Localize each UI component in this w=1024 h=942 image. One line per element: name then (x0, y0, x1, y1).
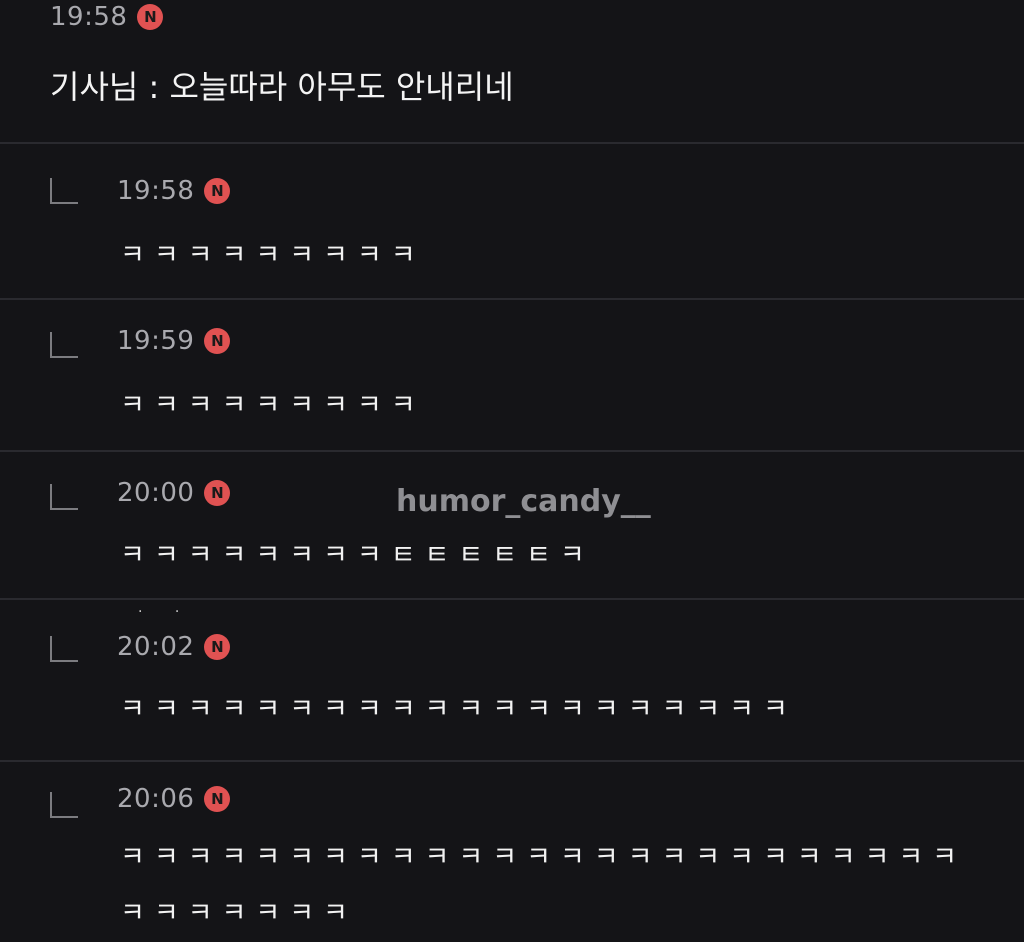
reply-text: ㅋㅋㅋㅋㅋㅋㅋㅋㅌㅌㅌㅌㅌㅋ (120, 540, 594, 571)
reply-time: 19:59 (117, 326, 195, 356)
reply-arrow-icon (50, 636, 78, 662)
new-badge-icon: N (204, 480, 231, 506)
watermark: humor_candy__ (396, 484, 651, 519)
top-comment: 19:58 N 기사님 : 오늘따라 아무도 안내리네 (0, 0, 1024, 143)
reply-item: 19:58 N ㅋㅋㅋㅋㅋㅋㅋㅋㅋ (0, 144, 1024, 298)
comment-time: 19:58 (50, 2, 128, 32)
new-badge-icon: N (204, 328, 231, 354)
reply-arrow-icon (50, 484, 78, 510)
reply-meta: 20:00 N (117, 478, 231, 508)
reply-meta: 20:02 N (117, 632, 231, 662)
comment-meta: 19:58 N (50, 2, 164, 32)
reply-meta: 19:58 N (117, 176, 231, 206)
comment-text: 기사님 : 오늘따라 아무도 안내리네 (50, 68, 514, 106)
reply-text: ㅋㅋㅋㅋㅋㅋㅋㅋㅋㅋㅋㅋㅋㅋㅋㅋㅋㅋㅋㅋㅋㅋㅋㅋㅋ ㅋㅋㅋㅋㅋㅋㅋ (120, 842, 966, 929)
reply-text: ㅋㅋㅋㅋㅋㅋㅋㅋㅋㅋㅋㅋㅋㅋㅋㅋㅋㅋㅋㅋ (120, 694, 797, 725)
reply-time: 20:02 (117, 632, 195, 662)
new-badge-icon: N (204, 634, 231, 660)
reply-time: 20:00 (117, 478, 195, 508)
reply-text: ㅋㅋㅋㅋㅋㅋㅋㅋㅋ (120, 390, 425, 421)
reply-item: 20:02 N ㅋㅋㅋㅋㅋㅋㅋㅋㅋㅋㅋㅋㅋㅋㅋㅋㅋㅋㅋㅋ (0, 600, 1024, 760)
reply-arrow-icon (50, 178, 78, 204)
reply-meta: 20:06 N (117, 784, 231, 814)
reply-meta: 19:59 N (117, 326, 231, 356)
reply-text: ㅋㅋㅋㅋㅋㅋㅋㅋㅋ (120, 240, 425, 271)
reply-time: 19:58 (117, 176, 195, 206)
reply-item: 20:00 N ㅋㅋㅋㅋㅋㅋㅋㅋㅌㅌㅌㅌㅌㅋ (0, 452, 1024, 598)
reply-time: 20:06 (117, 784, 195, 814)
reply-arrow-icon (50, 332, 78, 358)
reply-item: 20:06 N ㅋㅋㅋㅋㅋㅋㅋㅋㅋㅋㅋㅋㅋㅋㅋㅋㅋㅋㅋㅋㅋㅋㅋㅋㅋ ㅋㅋㅋㅋㅋㅋ… (0, 762, 1024, 930)
new-badge-icon: N (137, 4, 164, 30)
reply-arrow-icon (50, 792, 78, 818)
new-badge-icon: N (204, 178, 231, 204)
reply-item: 19:59 N ㅋㅋㅋㅋㅋㅋㅋㅋㅋ (0, 300, 1024, 450)
new-badge-icon: N (204, 786, 231, 812)
